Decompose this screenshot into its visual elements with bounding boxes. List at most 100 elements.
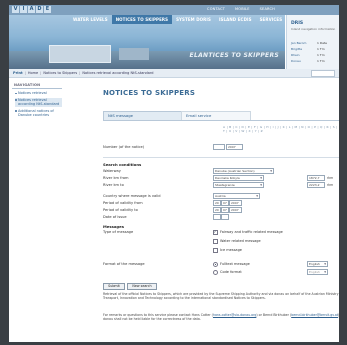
- validity-from-year[interactable]: 2007: [229, 200, 242, 206]
- sidebar: NAVIGATION Notices retrieval Notices ret…: [9, 79, 65, 342]
- tab-nts-message[interactable]: NtS message: [103, 111, 185, 120]
- tab-label: NtS message: [108, 113, 134, 118]
- number-label: Number (of the notice): [103, 145, 145, 149]
- waterway-label: Waterway: [103, 169, 121, 173]
- util-link-mobile[interactable]: MOBILE: [235, 7, 250, 11]
- sidebar-item-danube-notices[interactable]: Additional notices of Danube countries: [15, 109, 62, 118]
- breadcrumb-notices[interactable]: Notices to Skippers: [43, 71, 77, 75]
- logo-letter: V: [12, 6, 19, 13]
- type-water-checkbox[interactable]: [213, 239, 218, 244]
- format-fulltext-radio[interactable]: [213, 262, 218, 267]
- validity-to-day[interactable]: 20: [213, 207, 221, 213]
- breadcrumb-home[interactable]: Home: [28, 71, 38, 75]
- waterway-select[interactable]: Danube (Austrian Section): [213, 168, 274, 174]
- page: V I A D E CONTACT MOBILE SEARCH ELANTICE…: [9, 5, 339, 342]
- nav-item-notices-to-skippers[interactable]: NOTICES TO SKIPPERS: [111, 15, 173, 24]
- new-search-button[interactable]: New search: [127, 283, 157, 290]
- code-language-select[interactable]: English: [307, 269, 328, 275]
- contact-text: or Bernd Birkhuber: [258, 313, 289, 317]
- river-km-from-label: River km from: [103, 176, 129, 180]
- info-row-value: 1 Tm: [317, 59, 325, 63]
- tab-email-service[interactable]: Email service: [181, 111, 251, 120]
- sidebar-item-nts-standard[interactable]: Notices retrieval according NtS-standard: [15, 97, 62, 107]
- tab-bar: NtS message Email service: [103, 111, 339, 121]
- breadcrumb-separator: |: [79, 71, 81, 75]
- util-link-search[interactable]: SEARCH: [260, 7, 275, 11]
- info-box-title[interactable]: DRIS: [291, 21, 303, 26]
- logo-letter: A: [28, 6, 35, 13]
- breadcrumb: Print | Home | Notices to Skippers | Not…: [13, 71, 154, 75]
- info-row-label[interactable]: Jan Berom: [291, 41, 306, 45]
- info-row-label[interactable]: Brigitte: [291, 47, 302, 51]
- type-ice-label: Ice message: [220, 248, 242, 252]
- banner-image-ship: [49, 45, 111, 63]
- river-km-from-input[interactable]: 1872,7: [307, 175, 325, 181]
- type-of-message-label: Type of message: [103, 230, 134, 234]
- divider: [103, 157, 339, 158]
- contact-email-link[interactable]: hans.cotter@via-donau.org: [213, 313, 256, 317]
- nav-item-system-doris[interactable]: SYSTEM DORIS: [172, 15, 215, 24]
- contact-email-link[interactable]: bernd.birkhuber@bmvit.gv.at: [291, 313, 338, 317]
- type-fairway-checkbox[interactable]: [213, 230, 218, 235]
- contact-note: For remarks or questions to this service…: [103, 313, 339, 321]
- main-content: NOTICES TO SKIPPERS NtS message Email se…: [73, 79, 339, 342]
- utility-links: CONTACT MOBILE SEARCH: [207, 7, 275, 11]
- validity-to-label: Period of validity to: [103, 208, 138, 212]
- logo-letter: E: [44, 6, 51, 13]
- format-fulltext-label: Fulltext message: [220, 262, 250, 266]
- nav-item-island-ecdis[interactable]: ISLAND ECDIS: [215, 15, 256, 24]
- type-water-label: Water related message: [220, 239, 261, 243]
- issue-day[interactable]: [213, 214, 221, 220]
- search-conditions-heading: Search conditions: [103, 162, 142, 167]
- river-km-to-select[interactable]: Staatsgrenze: [213, 182, 264, 188]
- sidebar-heading: NAVIGATION: [12, 82, 62, 89]
- validity-from-day[interactable]: 20: [213, 200, 221, 206]
- banner-title: ELANTICES TO SKIPPERS: [189, 52, 279, 59]
- format-code-radio[interactable]: [213, 270, 218, 275]
- info-row-value: 1 Date: [317, 41, 328, 45]
- year-input[interactable]: 2007: [226, 144, 243, 150]
- info-row-label[interactable]: Rhein: [291, 53, 300, 57]
- sidebar-item-notices-retrieval[interactable]: Notices retrieval: [15, 91, 62, 96]
- unit-label: rkm: [327, 176, 334, 180]
- top-bar: V I A D E CONTACT MOBILE SEARCH: [9, 5, 339, 15]
- breadcrumb-current: Notices retrieval according NtS-standard: [82, 71, 154, 75]
- logo-letter: D: [36, 6, 43, 13]
- format-label: Format of the message: [103, 262, 145, 266]
- river-km-to-label: River km to: [103, 183, 124, 187]
- util-link-contact[interactable]: CONTACT: [207, 7, 225, 11]
- submit-button[interactable]: Submit: [103, 283, 125, 290]
- breadcrumb-separator: |: [24, 71, 26, 75]
- river-km-to-input[interactable]: 2223,2: [307, 182, 325, 188]
- logo-letter: I: [20, 6, 27, 13]
- banner-image-ship: [119, 48, 149, 60]
- number-input[interactable]: [213, 144, 225, 150]
- info-row-value: 1 Tm: [317, 47, 325, 51]
- info-box: DRIS Inland navigation information Jan B…: [286, 15, 339, 69]
- validity-to-year[interactable]: 2007: [229, 207, 242, 213]
- logo[interactable]: V I A D E: [12, 6, 51, 13]
- issue-date-label: Date of issue: [103, 215, 127, 219]
- nav-item-water-levels[interactable]: WATER LEVELS: [69, 15, 112, 24]
- validity-to-month[interactable]: 07: [221, 207, 229, 213]
- validity-from-month[interactable]: 07: [221, 200, 229, 206]
- retrieval-note: Retrieval of the official Notices to Ski…: [103, 292, 339, 300]
- format-language-select[interactable]: English: [307, 261, 328, 267]
- breadcrumb-bar: Print | Home | Notices to Skippers | Not…: [9, 69, 339, 78]
- print-link[interactable]: Print: [13, 71, 23, 75]
- type-fairway-label: Fairway and traffic related message: [220, 230, 283, 234]
- nav-item-services[interactable]: SERVICES: [256, 15, 287, 24]
- river-km-from-select[interactable]: Devinska Kobyla: [213, 175, 264, 181]
- type-ice-checkbox[interactable]: [213, 248, 218, 253]
- country-label: Country where message is valid: [103, 194, 161, 198]
- messages-heading: Messages: [103, 224, 124, 229]
- breadcrumb-separator: |: [40, 71, 42, 75]
- country-select[interactable]: Austria: [213, 193, 260, 199]
- info-row-label[interactable]: Donau: [291, 59, 301, 63]
- main-nav: WATER LEVELS NOTICES TO SKIPPERS SYSTEM …: [69, 15, 322, 24]
- site-search-input[interactable]: [311, 70, 335, 77]
- format-code-label: Code format: [220, 270, 242, 274]
- page-title: NOTICES TO SKIPPERS: [103, 89, 196, 97]
- issue-month[interactable]: [221, 214, 229, 220]
- alphabet-index[interactable]: A | B | C | D | E | F | G | H | I | J | …: [223, 125, 339, 133]
